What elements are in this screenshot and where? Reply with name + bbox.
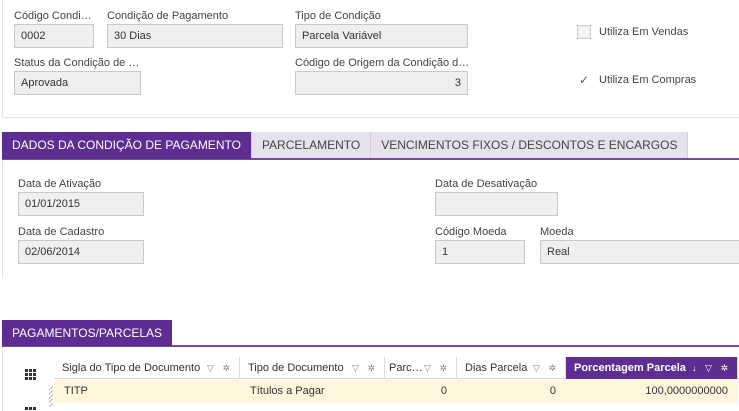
- cell-parcela: 0: [440, 385, 447, 397]
- codigo-condicao-field: Código Condi… 0002: [14, 10, 94, 48]
- col-porcentagem-parcela[interactable]: Porcentagem Parcela ↓ ▽ ✲: [566, 357, 738, 379]
- condicao-pagamento-label: Condição de Pagamento: [107, 10, 229, 22]
- parcelas-grid: Sigla do Tipo de Documento ▽ ✲ Tipo de D…: [2, 347, 739, 411]
- pagamentos-parcelas-title: PAGAMENTOS/PARCELAS: [2, 320, 173, 346]
- utiliza-vendas-label: Utiliza Em Vendas: [599, 26, 689, 38]
- data-desativacao-field: Data de Desativação: [435, 178, 558, 216]
- data-cadastro-field: Data de Cadastro 02/06/2014: [18, 226, 144, 264]
- col-parcela-label: Parc…: [389, 362, 423, 374]
- tab-vencimentos-fixos[interactable]: VENCIMENTOS FIXOS / DESCONTOS E ENCARGOS: [371, 132, 689, 159]
- filter-settings-icon[interactable]: ▽ ✲: [533, 357, 559, 379]
- section-tabs: DADOS DA CONDIÇÃO DE PAGAMENTO PARCELAME…: [2, 132, 689, 159]
- utiliza-vendas-checkbox[interactable]: Utiliza Em Vendas: [577, 25, 688, 39]
- col-sigla-label: Sigla do Tipo de Documento: [62, 362, 201, 374]
- tab-dados-condicao[interactable]: DADOS DA CONDIÇÃO DE PAGAMENTO: [2, 132, 252, 159]
- col-sigla-tipo-documento[interactable]: Sigla do Tipo de Documento ▽ ✲: [54, 357, 240, 379]
- tipo-condicao-field: Tipo de Condição Parcela Variável: [295, 10, 468, 48]
- grid-header: Sigla do Tipo de Documento ▽ ✲ Tipo de D…: [54, 357, 739, 379]
- data-ativacao-label: Data de Ativação: [18, 178, 102, 190]
- codigo-moeda-input[interactable]: 1: [435, 240, 525, 264]
- data-cadastro-input[interactable]: 02/06/2014: [18, 240, 144, 264]
- utiliza-compras-label: Utiliza Em Compras: [599, 74, 697, 86]
- codigo-origem-label: Código de Origem da Condição d…: [295, 57, 468, 69]
- condition-header-panel: Código Condi… 0002 Condição de Pagamento…: [2, 0, 739, 118]
- moeda-label: Moeda: [540, 226, 574, 238]
- utiliza-compras-checkbox[interactable]: ✓ Utiliza Em Compras: [577, 73, 696, 87]
- codigo-origem-input[interactable]: 3: [295, 71, 468, 95]
- col-parcela[interactable]: Parc… ▽ ✲: [385, 357, 457, 379]
- col-dias-parcela[interactable]: Dias Parcela ▽ ✲: [457, 357, 566, 379]
- cell-tipo-documento: Títulos a Pagar: [250, 385, 325, 397]
- status-condicao-input[interactable]: Aprovada: [14, 71, 141, 95]
- column-chooser-icon[interactable]: [25, 369, 36, 380]
- column-resize-grip-icon[interactable]: [49, 385, 53, 407]
- codigo-moeda-field: Código Moeda 1: [435, 226, 525, 264]
- checkmark-icon[interactable]: ✓: [577, 73, 591, 87]
- tipo-condicao-input[interactable]: Parcela Variável: [295, 24, 468, 48]
- data-cadastro-label: Data de Cadastro: [18, 226, 105, 238]
- status-condicao-field: Status da Condição de … Aprovada: [14, 57, 141, 95]
- cell-sigla: TITP: [64, 385, 88, 397]
- status-condicao-label: Status da Condição de …: [14, 57, 140, 69]
- col-tipo-label: Tipo de Documento: [248, 362, 344, 374]
- col-tipo-documento[interactable]: Tipo de Documento ▽ ✲: [240, 357, 385, 379]
- utiliza-vendas-box[interactable]: [577, 25, 591, 39]
- condicao-pagamento-input[interactable]: 30 Dias: [107, 24, 283, 48]
- tipo-condicao-label: Tipo de Condição: [295, 10, 381, 22]
- tab-parcelamento[interactable]: PARCELAMENTO: [251, 132, 372, 159]
- moeda-field: Moeda Real: [540, 226, 739, 264]
- filter-settings-icon[interactable]: ▽ ✲: [424, 357, 450, 379]
- codigo-moeda-label: Código Moeda: [435, 226, 507, 238]
- col-dias-label: Dias Parcela: [465, 362, 528, 374]
- data-desativacao-label: Data de Desativação: [435, 178, 538, 190]
- data-desativacao-input[interactable]: [435, 192, 558, 216]
- col-porcentagem-label: Porcentagem Parcela: [574, 362, 686, 374]
- codigo-condicao-input[interactable]: 0002: [14, 24, 94, 48]
- grid-gutter: [17, 357, 49, 411]
- row-menu-icon[interactable]: [25, 407, 36, 410]
- data-ativacao-field: Data de Ativação 01/01/2015: [18, 178, 144, 216]
- dados-condicao-panel: Data de Ativação 01/01/2015 Data de Desa…: [2, 160, 739, 278]
- filter-settings-icon[interactable]: ▽ ✲: [352, 357, 378, 379]
- condicao-pagamento-field: Condição de Pagamento 30 Dias: [107, 10, 283, 48]
- sort-filter-settings-icon[interactable]: ↓ ▽ ✲: [692, 357, 731, 379]
- cell-dias-parcela: 0: [549, 385, 556, 397]
- data-ativacao-input[interactable]: 01/01/2015: [18, 192, 144, 216]
- codigo-origem-field: Código de Origem da Condição d… 3: [295, 57, 468, 95]
- filter-settings-icon[interactable]: ▽ ✲: [207, 357, 233, 379]
- moeda-input[interactable]: Real: [540, 240, 739, 264]
- table-row[interactable]: TITP Títulos a Pagar 0 0 100,0000000000: [54, 380, 738, 403]
- cell-porcentagem: 100,0000000000: [645, 385, 728, 397]
- codigo-condicao-label: Código Condi…: [14, 10, 92, 22]
